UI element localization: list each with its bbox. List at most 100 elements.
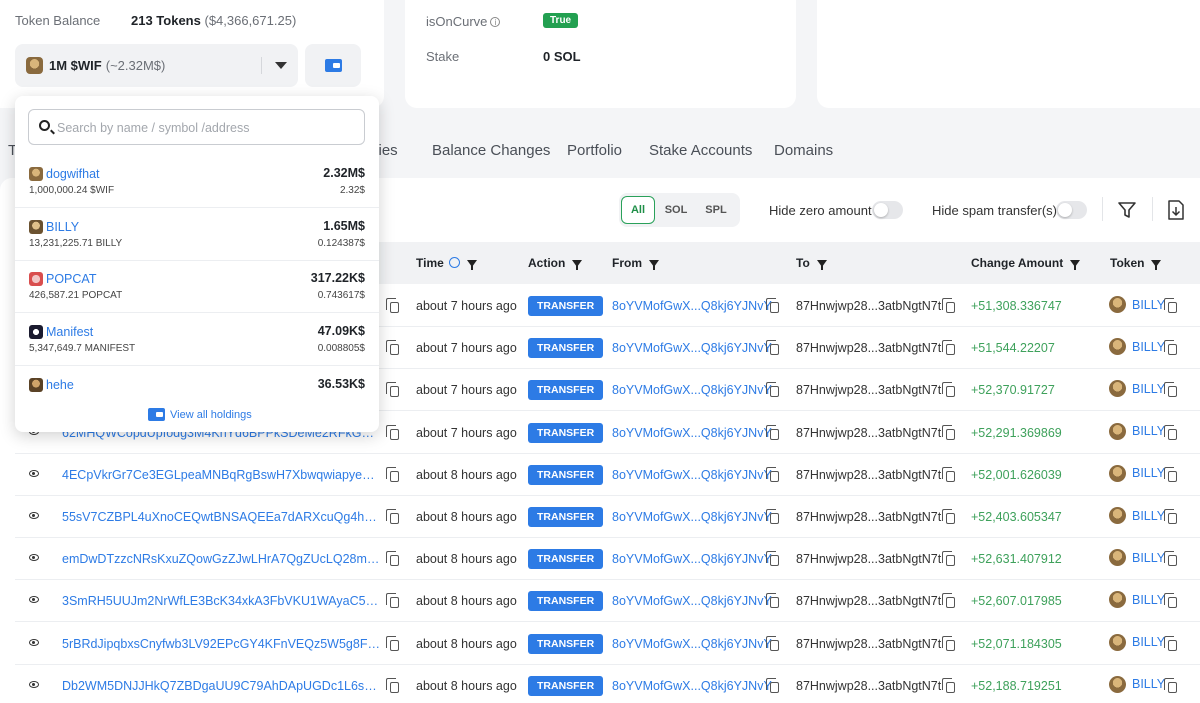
funnel-icon[interactable] [1117, 200, 1137, 220]
copy-icon[interactable] [766, 593, 779, 609]
signature-link[interactable]: 4ECpVkrGr7Ce3EGLpeaMNBqRgBswH7Xbwqwiapye… [62, 468, 380, 482]
copy-icon[interactable] [1164, 677, 1177, 693]
copy-icon[interactable] [386, 635, 399, 651]
copy-icon[interactable] [942, 551, 955, 567]
eye-icon[interactable] [29, 469, 39, 477]
hide-zero-toggle[interactable] [872, 201, 903, 219]
download-icon[interactable] [1166, 199, 1186, 221]
token-link[interactable]: BILLY [1109, 422, 1165, 440]
holding-item[interactable]: BILLY 13,231,225.71 BILLY 1.65M$ 0.124387$ [15, 208, 379, 261]
token-link[interactable]: BILLY [1109, 338, 1165, 356]
signature-link[interactable]: 5rBRdJipqbxsCnyfwb3LV92EPcGY4KFnVEQz5W5g… [62, 637, 380, 651]
tab-balance-changes[interactable]: Balance Changes [432, 142, 550, 159]
tab-stake-accounts[interactable]: Stake Accounts [649, 142, 752, 159]
copy-icon[interactable] [942, 635, 955, 651]
token-link[interactable]: BILLY [1109, 507, 1165, 524]
copy-icon[interactable] [386, 298, 399, 313]
tab-portfolio[interactable]: Portfolio [567, 142, 622, 159]
holding-name[interactable]: POPCAT [29, 272, 96, 287]
filter-sol[interactable]: SOL [659, 196, 693, 224]
funnel-icon[interactable] [466, 260, 477, 270]
token-link[interactable]: BILLY [1109, 549, 1165, 567]
holding-name[interactable]: Manifest [29, 325, 93, 340]
signature-link[interactable]: 3SmRH5UUJm2NrWfLE3BcK34xkA3FbVKU1WAyaC5a… [62, 594, 380, 608]
token-select-dropdown[interactable]: 1M $WIF (~2.32M$) [15, 44, 298, 87]
holding-item[interactable]: Manifest 5,347,649.7 MANIFEST 47.09K$ 0.008… [15, 313, 379, 367]
copy-icon[interactable] [766, 635, 779, 651]
holding-name[interactable]: dogwifhat [29, 167, 100, 181]
copy-icon[interactable] [942, 509, 955, 524]
copy-icon[interactable] [942, 298, 955, 313]
clock-icon[interactable] [448, 257, 460, 268]
copy-icon[interactable] [1164, 424, 1177, 440]
token-link[interactable]: BILLY [1109, 464, 1165, 482]
copy-icon[interactable] [766, 424, 779, 440]
eye-icon[interactable] [29, 596, 39, 604]
holding-item[interactable]: POPCAT 426,587.21 POPCAT 317.22K$ 0.743617$ [15, 260, 379, 314]
copy-icon[interactable] [386, 382, 399, 398]
signature-link[interactable]: Db2WM5DNJJHkQ7ZBDgaUU9C79AhDApUGDc1L6srV… [62, 679, 380, 693]
copy-icon[interactable] [386, 593, 399, 609]
copy-icon[interactable] [386, 424, 399, 440]
eye-icon[interactable] [29, 638, 39, 646]
funnel-icon[interactable] [572, 260, 583, 270]
copy-icon[interactable] [766, 382, 779, 398]
copy-icon[interactable] [1164, 298, 1177, 313]
info-icon[interactable]: i [490, 17, 501, 27]
hide-spam-toggle[interactable] [1056, 201, 1087, 219]
copy-icon[interactable] [386, 466, 399, 482]
copy-icon[interactable] [942, 340, 955, 356]
filter-all[interactable]: All [621, 196, 655, 224]
funnel-icon[interactable] [1151, 260, 1162, 270]
tab-domains[interactable]: Domains [774, 142, 833, 159]
funnel-icon[interactable] [1070, 260, 1081, 270]
copy-icon[interactable] [1164, 593, 1177, 609]
from-address-link[interactable]: 8oYVMofGwX...Q8kj6YJNvY [612, 637, 772, 651]
copy-icon[interactable] [942, 677, 955, 693]
copy-icon[interactable] [386, 509, 399, 524]
from-address-link[interactable]: 8oYVMofGwX...Q8kj6YJNvY [612, 341, 772, 355]
eye-icon[interactable] [29, 554, 39, 562]
copy-icon[interactable] [386, 677, 399, 693]
copy-icon[interactable] [942, 382, 955, 398]
copy-icon[interactable] [1164, 340, 1177, 356]
copy-icon[interactable] [942, 424, 955, 440]
from-address-link[interactable]: 8oYVMofGwX...Q8kj6YJNvY [612, 426, 772, 440]
copy-icon[interactable] [1164, 635, 1177, 651]
funnel-icon[interactable] [816, 260, 827, 270]
signature-link[interactable]: 55sV7CZBPL4uXnoCEQwtBNSAQEEa7dARXcuQg4hu… [62, 510, 380, 524]
copy-icon[interactable] [942, 466, 955, 482]
copy-icon[interactable] [766, 509, 779, 524]
filter-spl[interactable]: SPL [699, 196, 733, 224]
token-link[interactable]: BILLY [1109, 675, 1165, 693]
from-address-link[interactable]: 8oYVMofGwX...Q8kj6YJNvY [612, 679, 772, 693]
holding-name[interactable]: hehe [29, 377, 74, 392]
copy-icon[interactable] [1164, 551, 1177, 567]
copy-icon[interactable] [766, 340, 779, 356]
copy-icon[interactable] [766, 551, 779, 567]
from-address-link[interactable]: 8oYVMofGwX...Q8kj6YJNvY [612, 552, 772, 566]
from-address-link[interactable]: 8oYVMofGwX...Q8kj6YJNvY [612, 468, 772, 482]
token-link[interactable]: BILLY [1109, 633, 1165, 651]
copy-icon[interactable] [1164, 509, 1177, 524]
copy-icon[interactable] [1164, 466, 1177, 482]
copy-icon[interactable] [766, 677, 779, 693]
from-address-link[interactable]: 8oYVMofGwX...Q8kj6YJNvY [612, 594, 772, 608]
from-address-link[interactable]: 8oYVMofGwX...Q8kj6YJNvY [612, 510, 772, 524]
copy-icon[interactable] [766, 298, 779, 313]
signature-link[interactable]: emDwDTzzcNRsKxuZQowGzZJwLHrA7QgZUcLQ28mS… [62, 552, 380, 566]
token-link[interactable]: BILLY [1109, 380, 1165, 398]
copy-icon[interactable] [1164, 382, 1177, 398]
view-all-holdings-link[interactable]: View all holdings [148, 408, 252, 421]
copy-icon[interactable] [766, 466, 779, 482]
eye-icon[interactable] [29, 680, 39, 688]
from-address-link[interactable]: 8oYVMofGwX...Q8kj6YJNvY [612, 383, 772, 397]
holding-name[interactable]: BILLY [29, 219, 79, 234]
view-wallet-button[interactable] [305, 44, 361, 87]
token-link[interactable]: BILLY [1109, 591, 1165, 609]
copy-icon[interactable] [942, 593, 955, 609]
copy-icon[interactable] [386, 551, 399, 567]
eye-icon[interactable] [29, 512, 39, 519]
token-link[interactable]: BILLY [1109, 296, 1165, 313]
copy-icon[interactable] [386, 340, 399, 356]
